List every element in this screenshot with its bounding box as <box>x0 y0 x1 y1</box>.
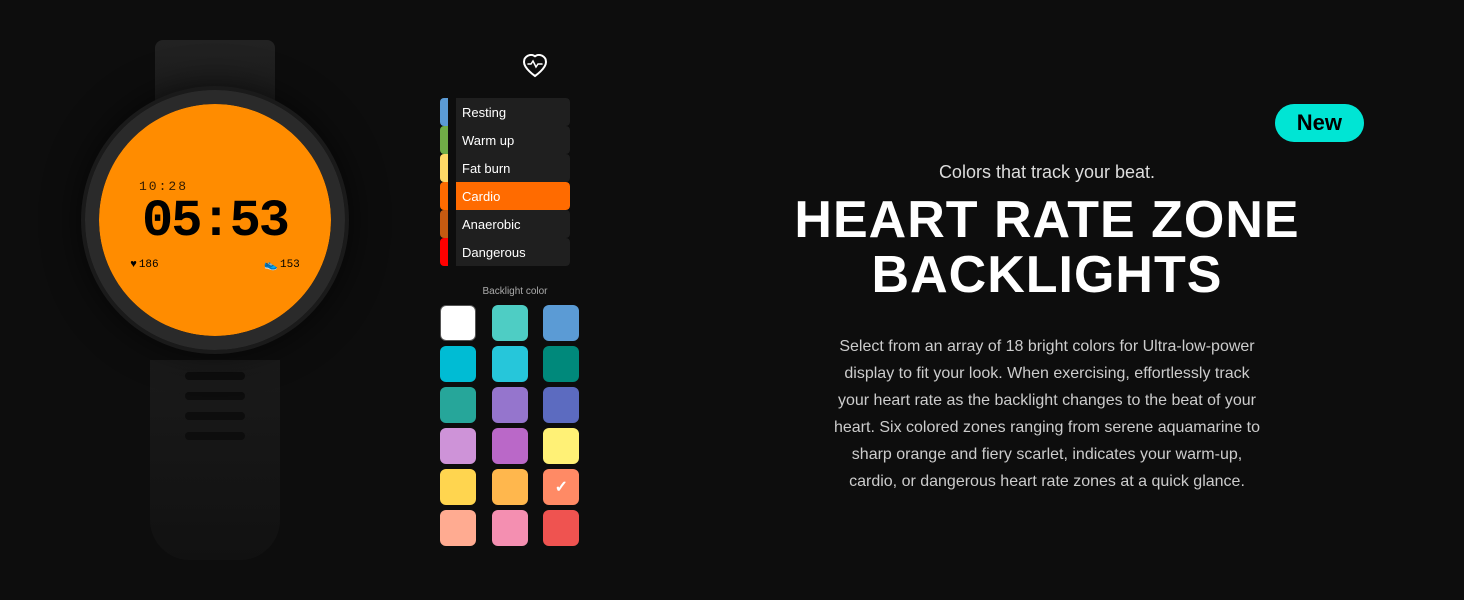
color-swatch-1[interactable] <box>492 305 528 341</box>
color-swatch-11[interactable] <box>543 428 579 464</box>
color-swatch-6[interactable] <box>440 387 476 423</box>
color-swatch-15[interactable] <box>440 510 476 546</box>
color-swatch-16[interactable] <box>492 510 528 546</box>
zone-label-resting: Resting <box>462 105 506 120</box>
heart-icon-small: ♥ <box>130 259 137 271</box>
color-swatch-5[interactable] <box>543 346 579 382</box>
zone-label-box-cardio: Cardio <box>456 182 570 210</box>
zone-color-warmup <box>440 126 448 154</box>
watch-heart-rate: ♥ 186 <box>130 258 158 272</box>
zone-item-cardio[interactable]: Cardio <box>440 182 570 210</box>
main-title: HEART RATE ZONE BACKLIGHTS <box>794 193 1299 302</box>
zone-color-fatburn <box>440 154 448 182</box>
watch-main-time: 05:53 <box>142 196 288 248</box>
watch-bottom-row: ♥ 186 👟 153 <box>130 258 300 272</box>
subtitle: Colors that track your beat. <box>939 162 1155 183</box>
watch-crown[interactable] <box>341 203 345 238</box>
heart-rate-icon <box>521 54 549 84</box>
color-swatch-7[interactable] <box>492 387 528 423</box>
color-swatch-17[interactable] <box>543 510 579 546</box>
zone-label-box-dangerous: Dangerous <box>456 238 570 266</box>
page-wrapper: 10:28 05:53 ♥ 186 👟 153 <box>0 0 1464 600</box>
watch-screen: 10:28 05:53 ♥ 186 👟 153 <box>99 104 331 336</box>
watch-section: 10:28 05:53 ♥ 186 👟 153 <box>0 0 430 600</box>
content-section: New Colors that track your beat. HEART R… <box>630 0 1464 600</box>
color-swatch-14[interactable] <box>543 469 579 505</box>
color-swatch-2[interactable] <box>543 305 579 341</box>
watch-band-bottom <box>150 360 280 560</box>
zone-item-anaerobic[interactable]: Anaerobic <box>440 210 570 238</box>
zone-label-box-anaerobic: Anaerobic <box>456 210 570 238</box>
zones-section: Resting Warm up Fat burn Cardio Anaerobic Dan… <box>430 0 630 600</box>
color-grid <box>440 305 590 546</box>
color-swatch-10[interactable] <box>492 428 528 464</box>
color-swatch-4[interactable] <box>492 346 528 382</box>
color-swatch-3[interactable] <box>440 346 476 382</box>
zone-item-dangerous[interactable]: Dangerous <box>440 238 570 266</box>
color-swatch-9[interactable] <box>440 428 476 464</box>
zone-color-cardio <box>440 182 448 210</box>
watch-steps: 👟 153 <box>264 258 300 272</box>
band-hole-2 <box>185 392 245 400</box>
main-title-line1: HEART RATE ZONE <box>794 193 1299 248</box>
band-hole-4 <box>185 432 245 440</box>
zone-label-box-warmup: Warm up <box>456 126 570 154</box>
backlight-section: Backlight color <box>440 286 590 546</box>
color-swatch-0[interactable] <box>440 305 476 341</box>
zone-item-resting[interactable]: Resting <box>440 98 570 126</box>
zone-label-dangerous: Dangerous <box>462 245 526 260</box>
zones-container: Resting Warm up Fat burn Cardio Anaerobic Dan… <box>440 98 570 266</box>
zone-label-box-resting: Resting <box>456 98 570 126</box>
zone-item-warmup[interactable]: Warm up <box>440 126 570 154</box>
zone-label-cardio: Cardio <box>462 189 500 204</box>
zone-label-fatburn: Fat burn <box>462 161 510 176</box>
footstep-icon: 👟 <box>264 258 278 272</box>
watch-container: 10:28 05:53 ♥ 186 👟 153 <box>25 40 405 560</box>
description: Select from an array of 18 bright colors… <box>827 333 1267 496</box>
main-title-line2: BACKLIGHTS <box>794 248 1299 303</box>
backlight-title: Backlight color <box>440 286 590 297</box>
band-hole-1 <box>185 372 245 380</box>
band-hole-3 <box>185 412 245 420</box>
color-swatch-13[interactable] <box>492 469 528 505</box>
zone-color-anaerobic <box>440 210 448 238</box>
zone-label-warmup: Warm up <box>462 133 514 148</box>
watch-time-top: 10:28 <box>139 179 188 194</box>
zone-color-dangerous <box>440 238 448 266</box>
color-swatch-8[interactable] <box>543 387 579 423</box>
zone-label-anaerobic: Anaerobic <box>462 217 521 232</box>
zone-color-resting <box>440 98 448 126</box>
new-badge: New <box>1275 104 1364 142</box>
watch-body: 10:28 05:53 ♥ 186 👟 153 <box>85 90 345 350</box>
zone-item-fatburn[interactable]: Fat burn <box>440 154 570 182</box>
zone-label-box-fatburn: Fat burn <box>456 154 570 182</box>
color-swatch-12[interactable] <box>440 469 476 505</box>
